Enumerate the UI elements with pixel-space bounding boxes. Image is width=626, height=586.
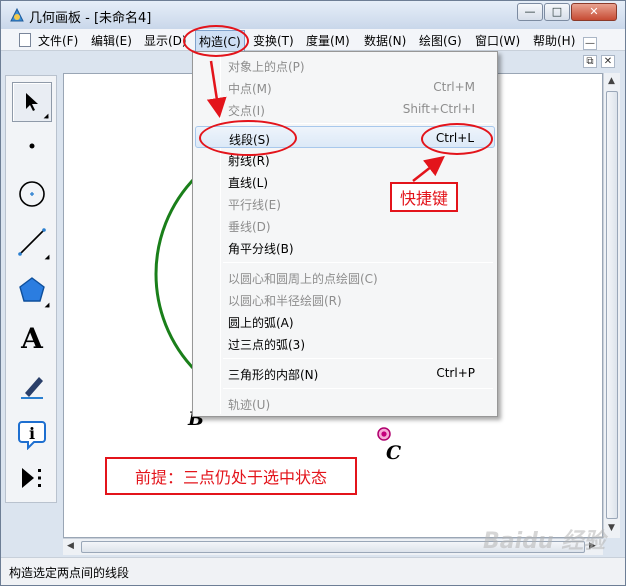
shortcut-callout: 快捷键 — [390, 182, 458, 212]
vertical-scrollbar[interactable]: ▲ ▼ — [603, 73, 620, 538]
menu-item-triangle-interior[interactable]: 三角形的内部(N) Ctrl+P — [195, 362, 495, 384]
window-title: 几何画板 - [未命名4] — [29, 11, 152, 26]
scroll-up-icon[interactable]: ▲ — [608, 76, 615, 86]
doc-minimize-button[interactable]: — — [583, 37, 597, 50]
status-bar: 构造选定两点间的线段 — [1, 557, 625, 585]
menu-help[interactable]: 帮助(H) — [533, 32, 575, 49]
menu-item-arc-on-circle[interactable]: 圆上的弧(A) — [195, 310, 495, 332]
scroll-left-icon[interactable]: ◀ — [67, 541, 74, 551]
point-icon — [29, 143, 35, 149]
construct-menu: 对象上的点(P) 中点(M) Ctrl+M 交点(I) Shift+Ctrl+I… — [192, 51, 498, 417]
menu-item-point-on-object[interactable]: 对象上的点(P) — [195, 54, 495, 76]
info-glyph: i — [29, 424, 35, 443]
menu-item-locus[interactable]: 轨迹(U) — [195, 392, 495, 414]
menu-item-circle-center-radius[interactable]: 以圆心和半径绘圆(R) — [195, 288, 495, 310]
menu-data[interactable]: 数据(N) — [364, 32, 406, 49]
menu-edit[interactable]: 编辑(E) — [91, 32, 132, 49]
menu-item-angle-bisector[interactable]: 角平分线(B) — [195, 236, 495, 258]
arrow-icon — [26, 93, 38, 111]
information-tool[interactable]: i — [12, 414, 52, 454]
marker-tool[interactable] — [12, 366, 52, 406]
text-a-icon: A — [21, 321, 43, 355]
compass-icon — [19, 181, 45, 207]
shortcut-highlight — [421, 123, 493, 155]
menu-display[interactable]: 显示(D) — [144, 32, 187, 49]
premise-callout: 前提：三点仍处于选中状态 — [105, 457, 357, 495]
point-label-c: C — [386, 442, 402, 464]
minimize-button[interactable]: — — [517, 3, 543, 21]
menu-graph[interactable]: 绘图(G) — [419, 32, 462, 49]
vertical-scroll-thumb[interactable] — [606, 91, 618, 519]
arrow-tool[interactable] — [12, 82, 52, 122]
baidu-watermark: Baidu 经验 — [483, 529, 606, 554]
menu-item-circle-center-point[interactable]: 以圆心和圆周上的点绘圆(C) — [195, 266, 495, 288]
doc-close-button[interactable]: ✕ — [601, 55, 615, 68]
close-button[interactable]: ✕ — [571, 3, 617, 21]
custom-tool[interactable] — [12, 458, 52, 498]
menu-bar: 文件(F) 编辑(E) 显示(D) 构造(C) 变换(T) 度量(M) 数据(N… — [1, 29, 625, 53]
scroll-down-icon[interactable]: ▼ — [608, 523, 615, 533]
menu-item-intersection[interactable]: 交点(I) Shift+Ctrl+I — [195, 98, 495, 120]
point-c[interactable] — [377, 427, 391, 441]
text-tool[interactable]: A — [12, 318, 52, 358]
segment-icon — [18, 228, 46, 256]
play-custom-icon — [22, 468, 41, 488]
maximize-button[interactable]: □ — [544, 3, 570, 21]
menu-transform[interactable]: 变换(T) — [253, 32, 294, 49]
toolbox: A i — [5, 75, 57, 503]
straightedge-tool[interactable] — [12, 222, 52, 262]
marker-pen-icon — [21, 377, 43, 399]
status-text: 构造选定两点间的线段 — [9, 566, 130, 580]
compass-tool[interactable] — [12, 174, 52, 214]
pentagon-icon — [19, 277, 45, 302]
doc-restore-button[interactable]: ⧉ — [583, 55, 597, 68]
menu-item-perpendicular-line[interactable]: 垂线(D) — [195, 214, 495, 236]
information-icon: i — [18, 421, 46, 450]
app-window: 几何画板 - [未命名4] — □ ✕ 文件(F) 编辑(E) 显示(D) 构造… — [0, 0, 626, 586]
title-bar: 几何画板 - [未命名4] — □ ✕ — [1, 1, 625, 29]
polygon-tool[interactable] — [12, 270, 52, 310]
construct-menu-highlight — [183, 25, 249, 57]
menu-measure[interactable]: 度量(M) — [306, 32, 350, 49]
app-logo-icon — [10, 7, 24, 22]
menu-item-midpoint[interactable]: 中点(M) Ctrl+M — [195, 76, 495, 98]
document-icon[interactable] — [19, 33, 31, 47]
menu-window[interactable]: 窗口(W) — [475, 32, 520, 49]
point-tool[interactable] — [12, 126, 52, 166]
segment-item-highlight — [199, 120, 297, 156]
menu-item-arc-through-3-points[interactable]: 过三点的弧(3) — [195, 332, 495, 354]
menu-file[interactable]: 文件(F) — [38, 32, 78, 49]
